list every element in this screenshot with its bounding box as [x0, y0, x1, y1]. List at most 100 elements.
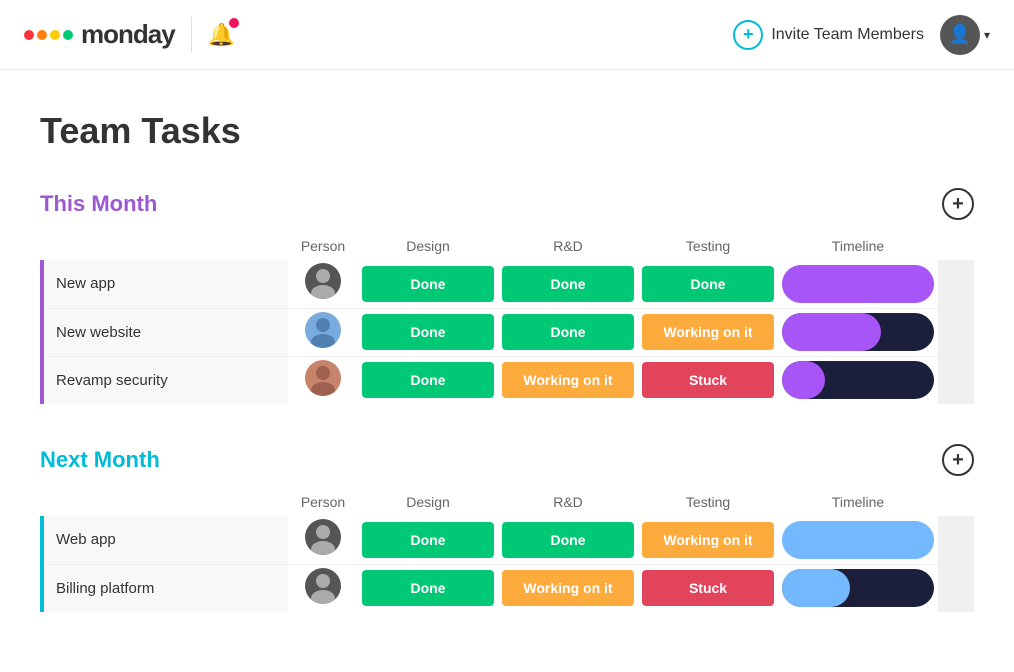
- avatar: [305, 519, 341, 555]
- header-divider: [191, 17, 192, 53]
- task-name: Revamp security: [56, 372, 168, 389]
- header: monday 🔔 + Invite Team Members 👤 ▾: [0, 0, 1014, 70]
- design-status: Done: [358, 564, 498, 612]
- col-extra: [938, 232, 974, 260]
- timeline-bar: [782, 313, 934, 351]
- timeline-fill: [782, 361, 825, 399]
- add-this-month-button[interactable]: +: [942, 188, 974, 220]
- rd-status: Done: [498, 308, 638, 356]
- extra-col: [938, 516, 974, 564]
- user-avatar-container[interactable]: 👤 ▾: [940, 15, 990, 55]
- timeline-fill: [782, 521, 934, 559]
- page-title: Team Tasks: [40, 110, 974, 152]
- status-badge: Done: [642, 266, 774, 302]
- status-badge: Done: [362, 266, 494, 302]
- avatar: 👤: [940, 15, 980, 55]
- dot-green: [63, 30, 73, 40]
- design-status: Done: [358, 260, 498, 308]
- this-month-title: This Month: [40, 191, 157, 217]
- next-month-title: Next Month: [40, 447, 160, 473]
- table-row: Billing platform Done Working on it: [42, 564, 974, 612]
- rd-status: Done: [498, 260, 638, 308]
- status-badge: Stuck: [642, 362, 774, 398]
- person-cell: [288, 260, 358, 308]
- logo-text: monday: [81, 19, 175, 50]
- main-content: Team Tasks This Month + Person Design R&…: [0, 70, 1014, 672]
- next-month-table: Person Design R&D Testing Timeline Web a…: [40, 488, 974, 612]
- invite-icon: +: [733, 20, 763, 50]
- task-name-cell: Billing platform: [42, 564, 288, 612]
- col-person: Person: [288, 232, 358, 260]
- timeline-bar: [782, 569, 934, 607]
- add-next-month-button[interactable]: +: [942, 444, 974, 476]
- task-name: New website: [56, 324, 141, 341]
- dot-orange: [37, 30, 47, 40]
- chevron-down-icon: ▾: [984, 28, 990, 42]
- timeline-fill: [782, 313, 881, 351]
- person-cell: [288, 308, 358, 356]
- testing-status: Stuck: [638, 564, 778, 612]
- this-month-header: This Month +: [40, 188, 974, 220]
- person-cell: [288, 356, 358, 404]
- testing-status: Working on it: [638, 308, 778, 356]
- timeline-cell: [778, 516, 938, 564]
- dot-yellow: [50, 30, 60, 40]
- col-task-name: [42, 488, 288, 516]
- invite-label: Invite Team Members: [771, 26, 924, 44]
- design-status: Done: [358, 356, 498, 404]
- status-badge: Done: [502, 266, 634, 302]
- task-name: New app: [56, 275, 115, 292]
- task-name: Web app: [56, 531, 116, 548]
- status-badge: Done: [362, 570, 494, 606]
- col-person: Person: [288, 488, 358, 516]
- avatar: [305, 312, 341, 348]
- col-rd: R&D: [498, 488, 638, 516]
- timeline-cell: [778, 356, 938, 404]
- timeline-bar: [782, 521, 934, 559]
- extra-col: [938, 308, 974, 356]
- rd-status: Working on it: [498, 564, 638, 612]
- logo: monday: [24, 19, 175, 50]
- col-testing: Testing: [638, 488, 778, 516]
- table-row: Web app Done Done Working on it: [42, 516, 974, 564]
- header-right: + Invite Team Members 👤 ▾: [733, 15, 990, 55]
- status-badge: Done: [362, 314, 494, 350]
- task-name-cell: Web app: [42, 516, 288, 564]
- avatar: [305, 568, 341, 604]
- this-month-table: Person Design R&D Testing Timeline New a…: [40, 232, 974, 404]
- logo-dots: [24, 30, 73, 40]
- avatar: [305, 360, 341, 396]
- col-testing: Testing: [638, 232, 778, 260]
- rd-status: Done: [498, 516, 638, 564]
- status-badge: Done: [362, 362, 494, 398]
- status-badge: Working on it: [502, 362, 634, 398]
- dot-red: [24, 30, 34, 40]
- timeline-fill: [782, 569, 850, 607]
- status-badge: Working on it: [642, 522, 774, 558]
- task-name-cell: Revamp security: [42, 356, 288, 404]
- timeline-fill: [782, 265, 934, 303]
- timeline-bar: [782, 361, 934, 399]
- status-badge: Done: [502, 522, 634, 558]
- invite-team-button[interactable]: + Invite Team Members: [733, 20, 924, 50]
- timeline-cell: [778, 564, 938, 612]
- design-status: Done: [358, 308, 498, 356]
- bell-icon[interactable]: 🔔: [208, 22, 235, 48]
- testing-status: Stuck: [638, 356, 778, 404]
- extra-col: [938, 564, 974, 612]
- table-row: New website Done Done Working on it: [42, 308, 974, 356]
- status-badge: Working on it: [502, 570, 634, 606]
- extra-col: [938, 260, 974, 308]
- col-design: Design: [358, 488, 498, 516]
- status-badge: Working on it: [642, 314, 774, 350]
- person-cell: [288, 564, 358, 612]
- col-rd: R&D: [498, 232, 638, 260]
- rd-status: Working on it: [498, 356, 638, 404]
- this-month-section: This Month + Person Design R&D Testing T…: [40, 188, 974, 404]
- task-name: Billing platform: [56, 580, 154, 597]
- timeline-cell: [778, 308, 938, 356]
- bell-badge: [229, 18, 239, 28]
- col-timeline: Timeline: [778, 232, 938, 260]
- status-badge: Done: [502, 314, 634, 350]
- design-status: Done: [358, 516, 498, 564]
